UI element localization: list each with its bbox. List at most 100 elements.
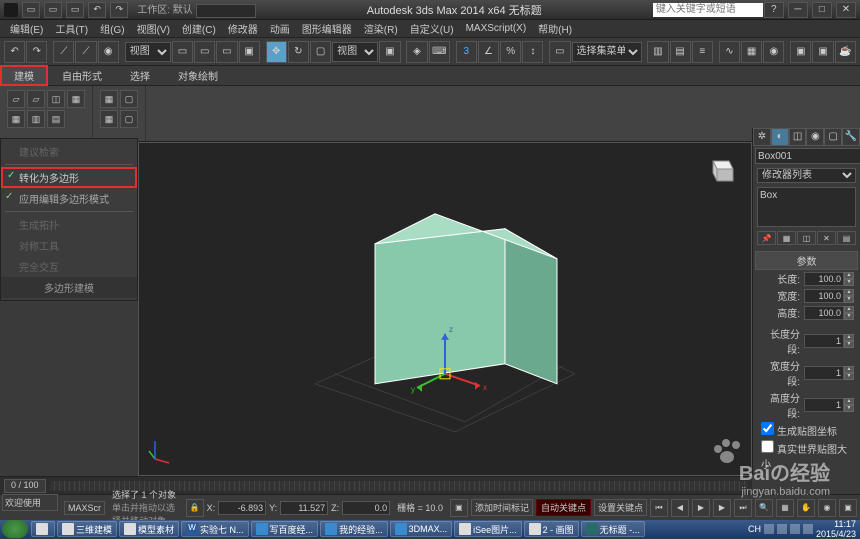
length-spinner[interactable]: ▲▼ — [844, 272, 854, 286]
lang-indicator[interactable]: CH — [748, 524, 761, 534]
tab-objectpaint[interactable]: 对象绘制 — [164, 65, 232, 86]
menu-grapheditors[interactable]: 图形编辑器 — [296, 21, 358, 36]
menu-edit[interactable]: 编辑(E) — [4, 21, 49, 36]
hseg-input[interactable] — [804, 398, 844, 412]
selection-filter[interactable]: 视图 — [125, 42, 171, 62]
tab-selection[interactable]: 选择 — [116, 65, 164, 86]
tab-utilities-icon[interactable]: 🔧 — [842, 128, 860, 146]
search-input[interactable] — [653, 3, 763, 17]
render-icon[interactable]: ☕ — [835, 41, 856, 63]
select-icon[interactable]: ▭ — [172, 41, 193, 63]
tab-motion-icon[interactable]: ◉ — [806, 128, 824, 146]
app-logo-icon[interactable] — [4, 3, 18, 17]
genmap-checkbox[interactable] — [761, 422, 774, 435]
select-rect-icon[interactable]: ▭ — [216, 41, 237, 63]
task-explorer[interactable] — [31, 521, 55, 537]
layers-icon[interactable]: ≡ — [692, 41, 713, 63]
start-button[interactable] — [2, 520, 28, 538]
x-input[interactable] — [218, 501, 266, 515]
curve-editor-icon[interactable]: ∿ — [719, 41, 740, 63]
task-9[interactable]: 无标题 -... — [581, 521, 645, 537]
poly-btn-6[interactable]: ▥ — [27, 110, 45, 128]
unlink-icon[interactable]: ⟋ — [75, 41, 96, 63]
edit-named-sel-icon[interactable]: ▭ — [549, 41, 570, 63]
minimize-button[interactable]: ─ — [788, 2, 808, 18]
menu-customize[interactable]: 自定义(U) — [404, 21, 460, 36]
height-input[interactable] — [804, 306, 844, 320]
material-icon[interactable]: ◉ — [763, 41, 784, 63]
scale-icon[interactable]: ▢ — [310, 41, 331, 63]
close-button[interactable]: ✕ — [836, 2, 856, 18]
length-input[interactable] — [804, 272, 844, 286]
help-button[interactable]: ? — [764, 2, 784, 18]
bind-icon[interactable]: ◉ — [98, 41, 119, 63]
hseg-spinner[interactable]: ▲▼ — [844, 398, 854, 412]
y-input[interactable] — [280, 501, 328, 515]
object-name-input[interactable] — [755, 148, 860, 164]
render-frame-icon[interactable]: ▣ — [812, 41, 833, 63]
ext-btn-4[interactable]: ▢ — [120, 110, 138, 128]
tab-hierarchy-icon[interactable]: ◫ — [789, 128, 807, 146]
goto-start-icon[interactable]: ⏮ — [650, 499, 668, 517]
rotate-icon[interactable]: ↻ — [288, 41, 309, 63]
setkey-button[interactable]: 设置关键点 — [594, 499, 647, 516]
menu-help[interactable]: 帮助(H) — [532, 21, 578, 36]
menu-create[interactable]: 创建(C) — [176, 21, 222, 36]
height-spinner[interactable]: ▲▼ — [844, 306, 854, 320]
stack-config-icon[interactable]: ▤ — [837, 231, 856, 245]
lock-icon[interactable]: 🔒 — [186, 499, 204, 517]
modifier-stack[interactable]: Box — [757, 187, 856, 227]
tray-icon-3[interactable] — [790, 524, 800, 534]
stack-show-icon[interactable]: ▦ — [777, 231, 796, 245]
task-2[interactable]: 模型素材 — [119, 521, 179, 537]
move-icon[interactable]: ✥ — [266, 41, 287, 63]
isolate-icon[interactable]: ▣ — [450, 499, 468, 517]
prev-frame-icon[interactable]: ◀ — [671, 499, 689, 517]
autokey-button[interactable]: 自动关键点 — [536, 499, 591, 516]
max-viewport-icon[interactable]: ▣ — [839, 499, 857, 517]
clock-time[interactable]: 11:17 — [816, 519, 856, 529]
lseg-input[interactable] — [804, 334, 844, 348]
percent-snap-icon[interactable]: % — [500, 41, 521, 63]
box-object[interactable]: x y z — [305, 174, 585, 434]
link-icon[interactable]: ⟋ — [53, 41, 74, 63]
zoom-icon[interactable]: 🔍 — [755, 499, 773, 517]
tab-create-icon[interactable]: ✲ — [753, 128, 771, 146]
poly-btn-3[interactable]: ◫ — [47, 90, 65, 108]
stack-pin-icon[interactable]: 📌 — [757, 231, 776, 245]
lseg-spinner[interactable]: ▲▼ — [844, 334, 854, 348]
menu-modifiers[interactable]: 修改器 — [222, 21, 264, 36]
poly-btn-5[interactable]: ▦ — [7, 110, 25, 128]
ctx-apply-editpoly[interactable]: 应用编辑多边形模式 — [1, 188, 137, 209]
align-icon[interactable]: ▤ — [670, 41, 691, 63]
tab-freeform[interactable]: 自由形式 — [48, 65, 116, 86]
poly-btn-2[interactable]: ▱ — [27, 90, 45, 108]
task-6[interactable]: 3DMAX... — [390, 521, 453, 537]
tab-modeling[interactable]: 建模 — [0, 65, 48, 86]
pivot-icon[interactable]: ▣ — [379, 41, 400, 63]
orbit-icon[interactable]: ◉ — [818, 499, 836, 517]
poly-btn-1[interactable]: ▱ — [7, 90, 25, 108]
redo-icon[interactable]: ↷ — [26, 41, 47, 63]
ext-btn-1[interactable]: ▦ — [100, 90, 118, 108]
qat-save-icon[interactable]: ▭ — [66, 2, 84, 18]
next-frame-icon[interactable]: ▶ — [713, 499, 731, 517]
tray-icon-1[interactable] — [764, 524, 774, 534]
task-8[interactable]: 2 - 画图 — [524, 521, 579, 537]
poly-btn-4[interactable]: ▦ — [67, 90, 85, 108]
task-4[interactable]: 写百度经... — [251, 521, 319, 537]
mirror-icon[interactable]: ▥ — [647, 41, 668, 63]
ext-btn-2[interactable]: ▢ — [120, 90, 138, 108]
render-setup-icon[interactable]: ▣ — [790, 41, 811, 63]
wseg-input[interactable] — [804, 366, 844, 380]
addtime-label[interactable]: 添加时间标记 — [471, 499, 533, 516]
menu-tools[interactable]: 工具(T) — [49, 21, 94, 36]
task-5[interactable]: 我的经验... — [320, 521, 388, 537]
z-input[interactable] — [342, 501, 390, 515]
width-input[interactable] — [804, 289, 844, 303]
spinner-snap-icon[interactable]: ↕ — [522, 41, 543, 63]
task-3[interactable]: W实验七 N... — [181, 521, 249, 537]
perspective-viewport[interactable]: x y z — [138, 142, 752, 476]
menu-views[interactable]: 视图(V) — [131, 21, 176, 36]
rollout-params-header[interactable]: 参数 — [755, 251, 858, 270]
